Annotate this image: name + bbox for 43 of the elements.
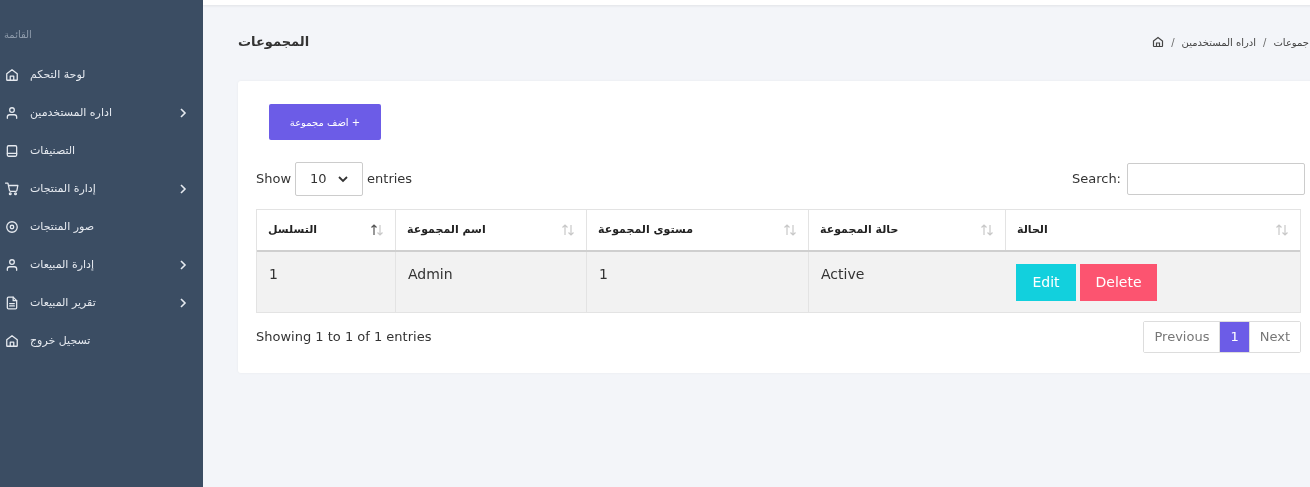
caret-icon	[338, 175, 349, 183]
target-icon	[5, 220, 19, 234]
column-header[interactable]: التسلسل	[257, 210, 395, 250]
sidebar-heading: القائمة	[3, 28, 33, 42]
sidebar-item[interactable]: لوحة التحكم	[0, 56, 203, 94]
book-icon	[5, 144, 19, 158]
sidebar-item[interactable]: إدارة المبيعات	[0, 246, 203, 284]
table-cell: Active	[808, 252, 1005, 312]
sidebar-item[interactable]: تقرير المبيعات	[0, 284, 203, 322]
document-icon	[5, 296, 19, 310]
user-icon	[5, 106, 19, 120]
pagination-button[interactable]: 1	[1220, 322, 1250, 352]
table-cell-text: 1	[268, 265, 279, 284]
entries-label: entries	[367, 170, 413, 189]
pagination-button[interactable]: Previous	[1144, 322, 1221, 352]
breadcrumb-link[interactable]: ادراه المستخدمين	[1181, 34, 1257, 50]
sidebar-item[interactable]: صور المنتجات	[0, 208, 203, 246]
table-info: Showing 1 to 1 of 1 entries	[256, 328, 432, 347]
column-header[interactable]: مستوى المجموعة	[586, 210, 808, 250]
page-title: المجموعات	[238, 33, 310, 52]
breadcrumb-separator: /	[1263, 35, 1267, 50]
sidebar-item[interactable]: اداره المستخدمين	[0, 94, 203, 132]
home-icon	[5, 68, 19, 82]
breadcrumb-separator: /	[1171, 35, 1175, 50]
search-field[interactable]	[1127, 163, 1305, 195]
user-icon	[5, 258, 19, 272]
column-header[interactable]: حالة المجموعة	[808, 210, 1005, 250]
sort-icon[interactable]	[370, 223, 384, 237]
table-cell: Admin	[395, 252, 586, 312]
table-cell: 1	[586, 252, 808, 312]
home-icon[interactable]	[1152, 36, 1165, 48]
show-label: Show	[256, 170, 292, 189]
home-icon	[5, 334, 19, 348]
entries-select[interactable]: 10	[295, 162, 364, 196]
column-header[interactable]: الحالة	[1005, 210, 1300, 250]
breadcrumb-link[interactable]: جموعات	[1273, 34, 1309, 50]
column-header[interactable]: اسم المجموعة	[395, 210, 586, 250]
sidebar-item[interactable]: تسجيل خروج	[0, 322, 203, 360]
sidebar-item[interactable]: إدارة المنتجات	[0, 170, 203, 208]
add-group-button[interactable]: اضف مجموعة +	[269, 104, 381, 140]
sidebar-item[interactable]: التصنيفات	[0, 132, 203, 170]
search-label: Search:	[1071, 170, 1121, 189]
cart-icon	[5, 182, 19, 196]
